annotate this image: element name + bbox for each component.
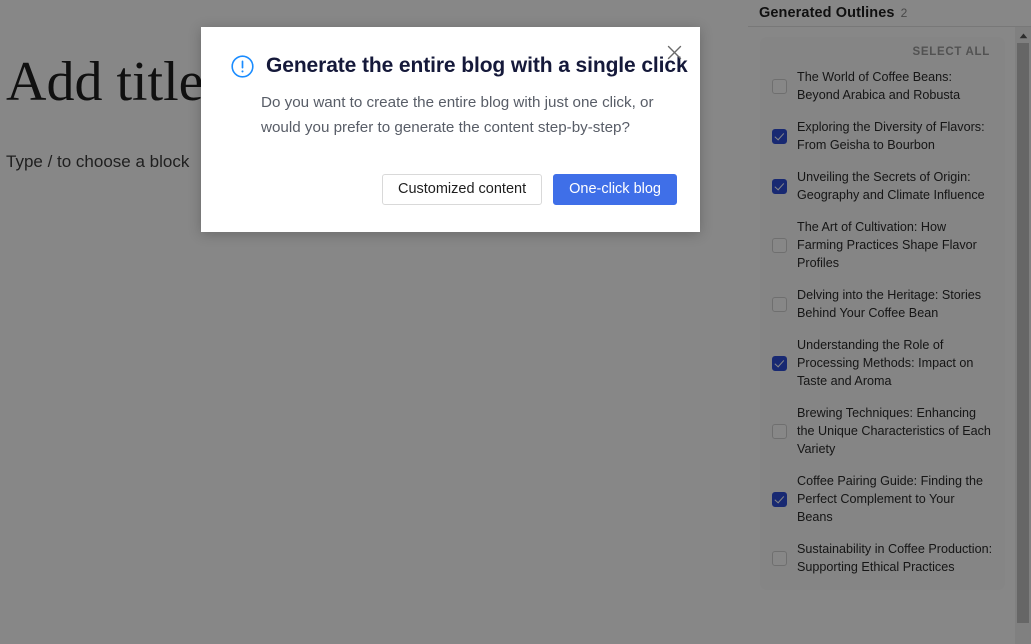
customized-content-button[interactable]: Customized content — [381, 174, 543, 205]
info-circle-icon — [231, 54, 254, 78]
one-click-blog-button[interactable]: One-click blog — [553, 174, 677, 205]
close-icon[interactable] — [662, 40, 686, 64]
dialog-header: Generate the entire blog with a single c… — [201, 27, 700, 78]
dialog-actions: Customized content One-click blog — [381, 174, 677, 205]
dialog-description: Do you want to create the entire blog wi… — [261, 94, 654, 136]
one-click-blog-dialog: Generate the entire blog with a single c… — [201, 27, 700, 232]
dialog-title: Generate the entire blog with a single c… — [266, 54, 688, 77]
app-root: Add title Type / to choose a block Gener… — [0, 0, 1031, 644]
